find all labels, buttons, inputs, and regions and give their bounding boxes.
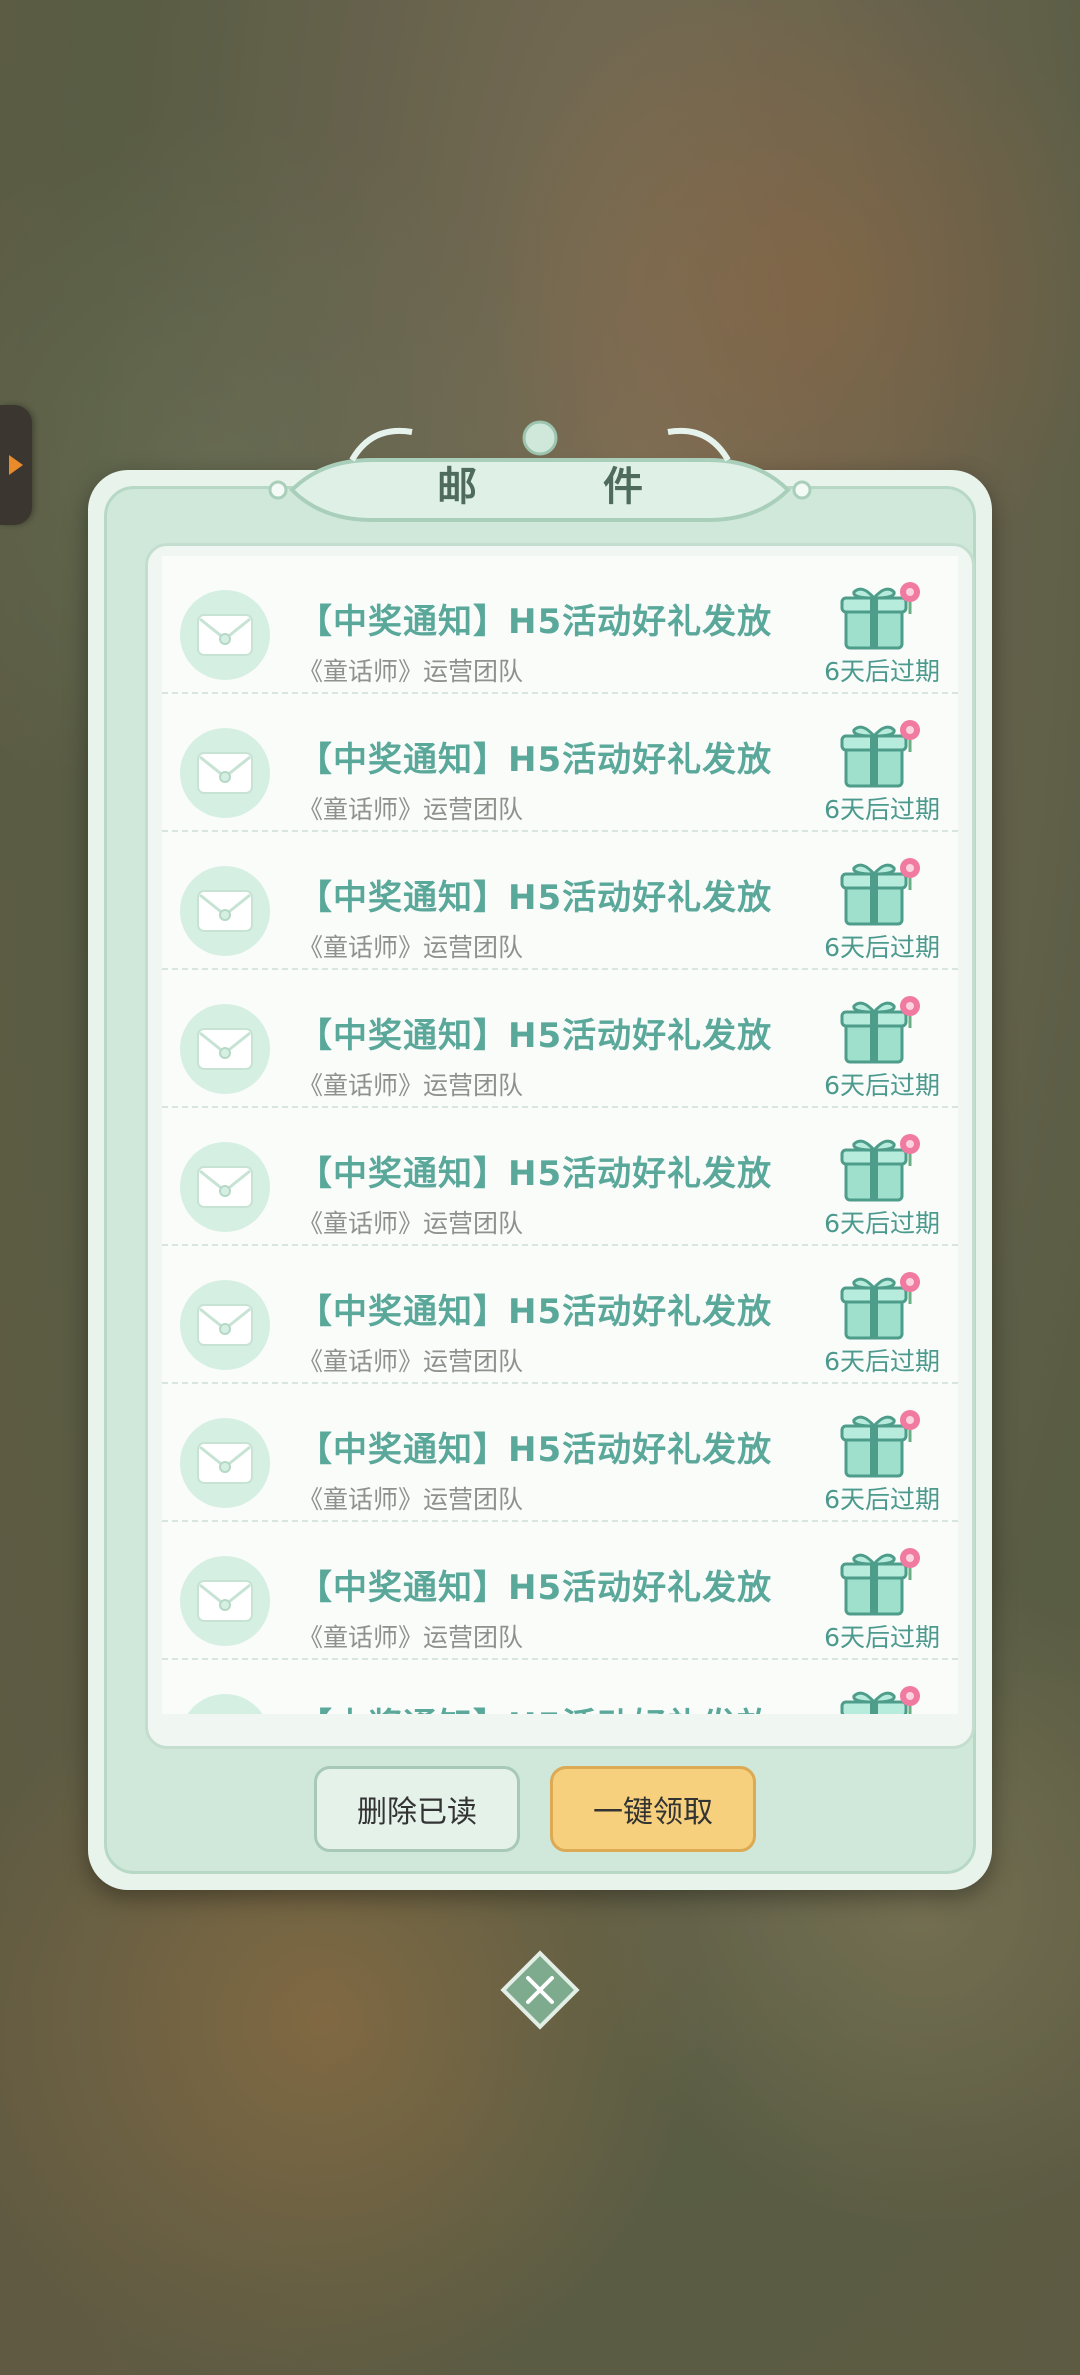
mail-sender: 《童话师》运营团队	[298, 933, 524, 962]
mail-title: 【中奖通知】H5活动好礼发放	[298, 740, 773, 780]
mail-sender: 《童话师》运营团队	[298, 795, 524, 824]
mail-expire: 6天后过期	[824, 1623, 940, 1652]
dialog-title: 邮 件	[437, 464, 699, 510]
mail-sender: 《童话师》运营团队	[298, 1071, 524, 1100]
mail-item[interactable]: 【中奖通知】H5活动好礼发放 《童话师》运营团队 6天后过期	[162, 970, 958, 1108]
mail-title: 【中奖通知】H5活动好礼发放	[298, 1154, 773, 1194]
envelope-icon	[180, 1694, 270, 1714]
gift-icon	[840, 720, 920, 788]
mail-expire: 6天后过期	[824, 1347, 940, 1376]
gift-icon	[840, 1134, 920, 1202]
mail-expire: 6天后过期	[824, 1485, 940, 1514]
mail-sender: 《童话师》运营团队	[298, 657, 524, 686]
gift-icon	[840, 1410, 920, 1478]
mail-expire: 6天后过期	[824, 795, 940, 824]
mail-title: 【中奖通知】H5活动好礼发放	[298, 1292, 773, 1332]
envelope-icon	[180, 1004, 270, 1094]
envelope-icon	[180, 590, 270, 680]
mail-sender: 《童话师》运营团队	[298, 1209, 524, 1238]
mail-item[interactable]: 【中奖通知】H5活动好礼发放 《童话师》运营团队 6天后过期	[162, 694, 958, 832]
gift-icon	[840, 858, 920, 926]
mail-sender: 《童话师》运营团队	[298, 1485, 524, 1514]
mail-item[interactable]: 【中奖通知】H5活动好礼发放 《童话师》运营团队 6天后过期	[162, 1522, 958, 1660]
envelope-icon	[180, 728, 270, 818]
envelope-icon	[180, 1556, 270, 1646]
envelope-icon	[180, 866, 270, 956]
gift-icon	[840, 582, 920, 650]
gift-icon	[840, 1548, 920, 1616]
envelope-icon	[180, 1142, 270, 1232]
gift-icon	[840, 996, 920, 1064]
mail-title: 【中奖通知】H5活动好礼发放	[298, 1016, 773, 1056]
mail-sender: 《童话师》运营团队	[298, 1347, 524, 1376]
mail-title: 【中奖通知】H5活动好礼发放	[298, 878, 773, 918]
mail-expire: 6天后过期	[824, 1071, 940, 1100]
mail-item[interactable]: 【中奖通知】H5活动好礼发放 《童话师》运营团队 6天后过期	[162, 1660, 958, 1714]
mail-list[interactable]: 【中奖通知】H5活动好礼发放 《童话师》运营团队 6天后过期 【中奖通知】H5活…	[162, 556, 958, 1714]
delete-read-button[interactable]: 删除已读	[314, 1766, 520, 1852]
mail-item[interactable]: 【中奖通知】H5活动好礼发放 《童话师》运营团队 6天后过期	[162, 832, 958, 970]
mail-title: 【中奖通知】H5活动好礼发放	[298, 1430, 773, 1470]
mail-expire: 6天后过期	[824, 933, 940, 962]
envelope-icon	[180, 1280, 270, 1370]
envelope-icon	[180, 1418, 270, 1508]
gift-icon	[840, 1272, 920, 1340]
close-icon[interactable]	[500, 1950, 580, 2030]
mail-item[interactable]: 【中奖通知】H5活动好礼发放 《童话师》运营团队 6天后过期	[162, 556, 958, 694]
mail-item[interactable]: 【中奖通知】H5活动好礼发放 《童话师》运营团队 6天后过期	[162, 1384, 958, 1522]
gift-icon	[840, 1686, 920, 1714]
mail-expire: 6天后过期	[824, 657, 940, 686]
mail-expire: 6天后过期	[824, 1209, 940, 1238]
mail-item[interactable]: 【中奖通知】H5活动好礼发放 《童话师》运营团队 6天后过期	[162, 1246, 958, 1384]
mail-dialog: 【中奖通知】H5活动好礼发放 《童话师》运营团队 6天后过期 【中奖通知】H5活…	[88, 470, 992, 1890]
mail-item[interactable]: 【中奖通知】H5活动好礼发放 《童话师》运营团队 6天后过期	[162, 1108, 958, 1246]
mail-title: 【中奖通知】H5活动好礼发放	[298, 1568, 773, 1608]
mail-title: 【中奖通知】H5活动好礼发放	[298, 602, 773, 642]
mail-title: 【中奖通知】H5活动好礼发放	[298, 1698, 772, 1714]
mail-dialog-inner: 【中奖通知】H5活动好礼发放 《童话师》运营团队 6天后过期 【中奖通知】H5活…	[104, 486, 976, 1874]
claim-all-button[interactable]: 一键领取	[550, 1766, 756, 1852]
mail-list-frame: 【中奖通知】H5活动好礼发放 《童话师》运营团队 6天后过期 【中奖通知】H5活…	[145, 543, 975, 1749]
mail-sender: 《童话师》运营团队	[298, 1623, 524, 1652]
